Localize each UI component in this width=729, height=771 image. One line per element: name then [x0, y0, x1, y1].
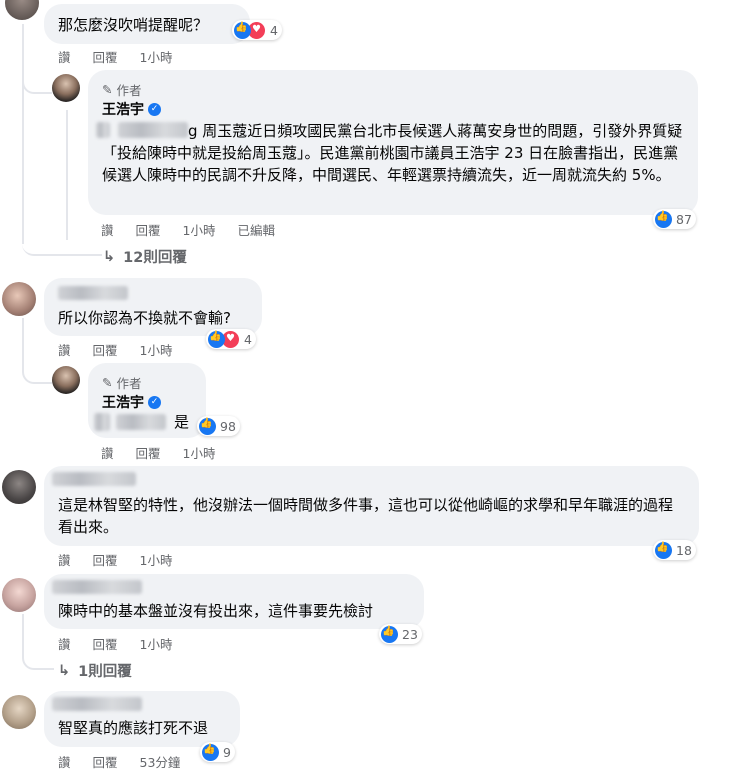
avatar[interactable] — [2, 470, 36, 504]
redacted-name — [58, 286, 128, 300]
like-button[interactable]: 讚 — [58, 752, 71, 771]
redacted-name — [94, 413, 110, 431]
avatar[interactable] — [5, 0, 39, 20]
redacted-name — [116, 414, 166, 430]
comment-bubble: 智堅真的應該打死不退 — [44, 691, 240, 747]
timestamp[interactable]: 1小時 — [183, 443, 216, 462]
like-reaction-icon — [202, 743, 219, 761]
comment-bubble: 陳時中的基本盤並沒有投出來，這件事要先檢討 — [44, 574, 424, 629]
like-reaction-icon — [381, 625, 398, 643]
reply-button[interactable]: 回覆 — [93, 340, 118, 359]
like-button[interactable]: 讚 — [58, 47, 71, 66]
comment-actions: 讚 回覆 1小時 — [101, 443, 215, 462]
author-badge: ✎ 作者 — [102, 82, 142, 98]
author-reply-text: g 周玉蔻近日頻攻國民黨台北市長候選人蔣萬安身世的問題，引發外界質疑「投給陳時中… — [102, 122, 683, 184]
like-reaction-icon — [655, 210, 672, 228]
redacted-name — [52, 472, 136, 486]
comment-text: 陳時中的基本盤並沒有投出來，這件事要先檢討 — [58, 602, 374, 620]
comment-text: 那怎麼沒吹哨提醒呢？ — [58, 16, 209, 34]
thread-line — [22, 640, 54, 670]
avatar[interactable] — [2, 578, 36, 612]
avatar[interactable] — [2, 282, 36, 316]
reply-button[interactable]: 回覆 — [93, 47, 118, 66]
view-replies-button[interactable]: ↳ 12則回覆 — [103, 246, 187, 267]
like-button[interactable]: 讚 — [58, 550, 71, 569]
comment-actions: 讚 回覆 1小時 — [58, 550, 172, 569]
author-reply-bubble: ✎ 作者 王浩宇 ✓ g 周玉蔻近日頻攻國民黨台北市長候選人蔣萬安身世的問題，引… — [88, 70, 698, 215]
timestamp[interactable]: 1小時 — [140, 340, 173, 359]
like-reaction-icon — [234, 21, 251, 39]
timestamp[interactable]: 1小時 — [140, 47, 173, 66]
reply-button[interactable]: 回覆 — [93, 752, 118, 771]
pencil-icon: ✎ — [102, 82, 113, 97]
comment-text: 這是林智堅的特性，他沒辦法一個時間做多件事，這也可以從他崎嶇的求學和早年職涯的過… — [58, 496, 674, 536]
timestamp[interactable]: 1小時 — [183, 220, 216, 239]
thread-line — [22, 24, 24, 244]
like-button[interactable]: 讚 — [101, 443, 114, 462]
reply-arrow-icon: ↳ — [103, 248, 116, 265]
comment-bubble: 那怎麼沒吹哨提醒呢？ — [44, 4, 250, 44]
reaction-count[interactable]: ♥ 4 — [206, 329, 256, 349]
redacted-name — [52, 580, 142, 594]
comment-actions: 讚 回覆 1小時 — [58, 47, 172, 66]
thread-line — [22, 60, 52, 94]
like-button[interactable]: 讚 — [58, 340, 71, 359]
reaction-count[interactable]: 9 — [200, 742, 235, 762]
author-avatar[interactable] — [52, 74, 80, 102]
author-badge: ✎ 作者 — [102, 375, 142, 391]
timestamp[interactable]: 53分鐘 — [140, 752, 181, 771]
like-reaction-icon — [208, 330, 225, 348]
timestamp[interactable]: 1小時 — [140, 550, 173, 569]
author-reply-bubble: ✎ 作者 王浩宇 ✓ 是 — [88, 363, 206, 438]
thread-line — [22, 220, 102, 256]
like-reaction-icon — [199, 417, 216, 435]
reply-button[interactable]: 回覆 — [136, 220, 161, 239]
comment-bubble: 所以你認為不換就不會輸? — [44, 278, 262, 336]
like-button[interactable]: 讚 — [101, 220, 114, 239]
comment-text: 智堅真的應該打死不退 — [58, 719, 209, 737]
comment-text: 所以你認為不換就不會輸? — [58, 309, 231, 327]
comment-bubble: 這是林智堅的特性，他沒辦法一個時間做多件事，這也可以從他崎嶇的求學和早年職涯的過… — [44, 466, 699, 546]
reaction-count[interactable]: 18 — [653, 540, 696, 560]
avatar[interactable] — [2, 695, 36, 729]
author-avatar[interactable] — [52, 366, 80, 394]
author-reply-text: 是 — [174, 413, 190, 431]
reaction-count[interactable]: 98 — [197, 416, 240, 436]
comment-actions: 讚 回覆 1小時 已編輯 — [101, 220, 275, 239]
reaction-count[interactable]: 23 — [379, 624, 422, 644]
comment-actions: 讚 回覆 1小時 — [58, 340, 172, 359]
redacted-name — [52, 697, 142, 711]
verified-badge-icon: ✓ — [148, 102, 161, 116]
author-name[interactable]: 王浩宇 ✓ — [102, 99, 161, 119]
reply-button[interactable]: 回覆 — [93, 634, 118, 653]
view-replies-button[interactable]: ↳ 1則回覆 — [58, 660, 132, 681]
like-reaction-icon — [655, 541, 672, 559]
timestamp[interactable]: 1小時 — [140, 634, 173, 653]
reaction-count[interactable]: 87 — [653, 209, 696, 229]
reply-button[interactable]: 回覆 — [136, 443, 161, 462]
reply-arrow-icon: ↳ — [58, 662, 71, 679]
comment-actions: 讚 回覆 1小時 — [58, 634, 172, 653]
verified-badge-icon: ✓ — [148, 395, 161, 409]
thread-line — [22, 350, 52, 384]
pencil-icon: ✎ — [102, 375, 113, 390]
author-name[interactable]: 王浩宇 ✓ — [102, 392, 161, 412]
comment-actions: 讚 回覆 53分鐘 — [58, 752, 180, 771]
reaction-count[interactable]: ♥ 4 — [232, 20, 282, 40]
edited-label: 已編輯 — [237, 223, 275, 238]
reply-button[interactable]: 回覆 — [93, 550, 118, 569]
like-button[interactable]: 讚 — [58, 634, 71, 653]
